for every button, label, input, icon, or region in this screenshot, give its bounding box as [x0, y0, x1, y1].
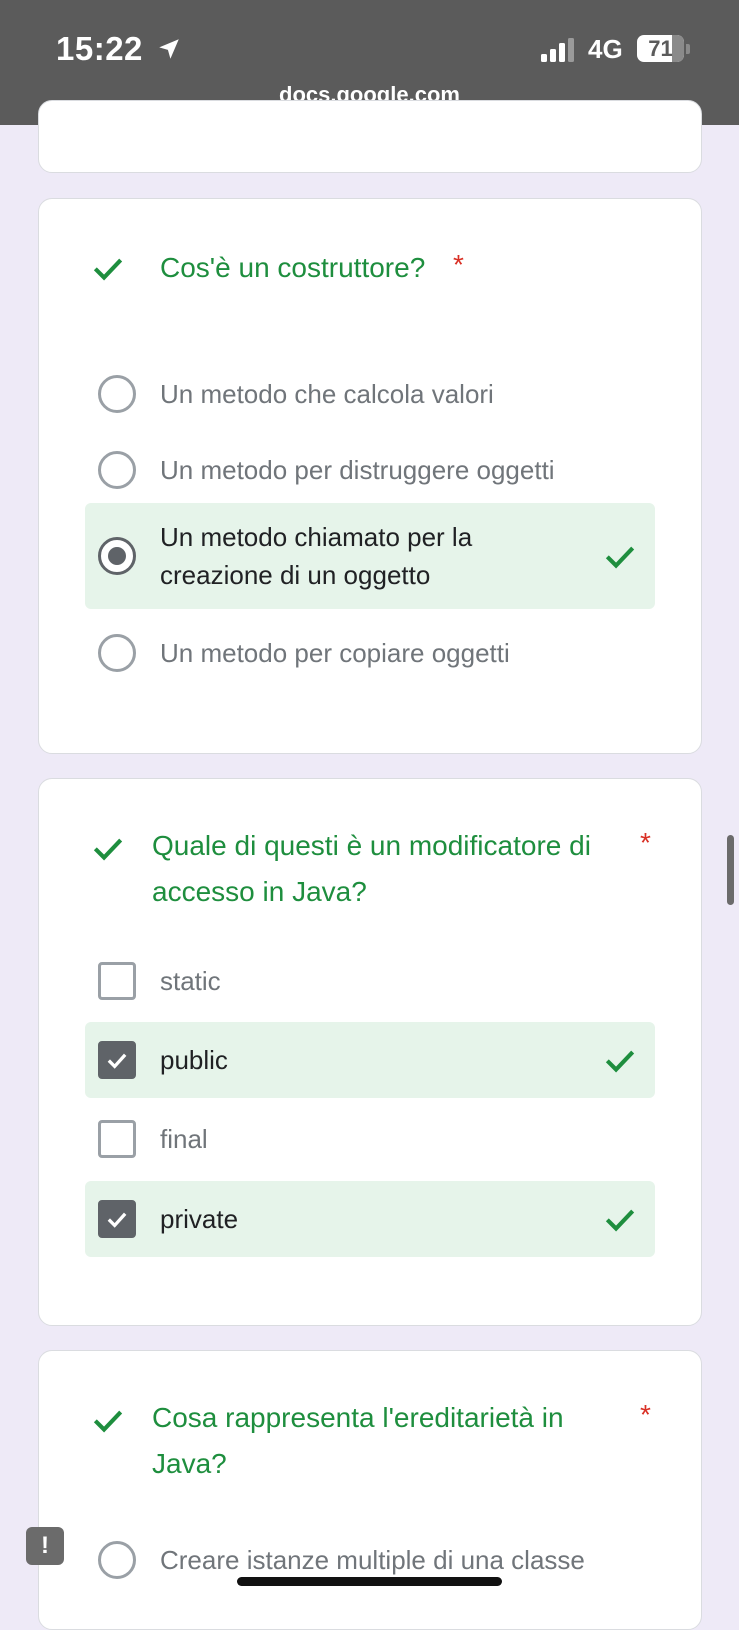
option-label: Un metodo che calcola valori [160, 379, 494, 409]
checkbox[interactable] [98, 962, 136, 1000]
network-type: 4G [588, 34, 623, 64]
correct-check-icon [605, 1050, 635, 1073]
checkbox-option[interactable]: static [85, 951, 655, 1011]
signal-bars-icon [541, 38, 574, 62]
required-asterisk: * [640, 1399, 651, 1430]
correct-check-icon [605, 546, 635, 569]
question-title: Cos'è un costruttore? [160, 252, 426, 283]
question-card: Quale di questi è un modificatore di acc… [38, 778, 702, 1326]
radio-button[interactable] [98, 634, 136, 672]
option-label: public [160, 1045, 228, 1075]
battery-cap [686, 44, 690, 54]
location-arrow-icon [159, 39, 179, 59]
checkbox-checked[interactable] [98, 1200, 136, 1238]
option-label: Creare istanze multiple di una classe [160, 1545, 585, 1575]
checkbox[interactable] [98, 1120, 136, 1158]
checkbox-option[interactable]: final [85, 1109, 655, 1169]
checkbox-option-correct[interactable]: public [85, 1022, 655, 1098]
question-title: Quale di questi è un modificatore di acc… [152, 830, 591, 907]
status-time: 15:22 [56, 30, 143, 67]
option-label: Un metodo chiamato per la creazione di u… [160, 522, 473, 590]
question-card: Cos'è un costruttore? * Un metodo che ca… [38, 198, 702, 754]
option-label: private [160, 1204, 239, 1234]
radio-option-correct[interactable]: Un metodo chiamato per la creazione di u… [85, 503, 655, 609]
question-title: Cosa rappresenta l'ereditarietà in Java? [152, 1402, 564, 1479]
option-label: Un metodo per distruggere oggetti [160, 455, 555, 485]
checkbox-checked[interactable] [98, 1041, 136, 1079]
radio-button[interactable] [98, 451, 136, 489]
option-label: Un metodo per copiare oggetti [160, 638, 510, 668]
radio-option[interactable]: Un metodo per copiare oggetti [85, 623, 655, 683]
checkmark-icon [107, 1212, 127, 1228]
battery-icon: 71 [637, 35, 684, 62]
battery-level: 71 [648, 36, 673, 61]
correct-check-icon [605, 1209, 635, 1232]
radio-button[interactable] [98, 375, 136, 413]
required-asterisk: * [453, 249, 464, 280]
correct-check-icon [93, 838, 123, 861]
radio-button[interactable] [98, 1541, 136, 1579]
radio-option[interactable]: Un metodo per distruggere oggetti [85, 440, 655, 500]
correct-check-icon [93, 258, 123, 281]
question-card: Cosa rappresenta l'ereditarietà in Java?… [38, 1350, 702, 1630]
required-asterisk: * [640, 827, 651, 858]
feedback-button[interactable]: ! [26, 1527, 64, 1565]
home-indicator[interactable] [237, 1577, 502, 1586]
option-label: static [160, 966, 221, 996]
checkbox-option-correct[interactable]: private [85, 1181, 655, 1257]
radio-option[interactable]: Un metodo che calcola valori [85, 364, 655, 424]
checkmark-icon [107, 1053, 127, 1069]
radio-button-selected[interactable] [98, 537, 136, 575]
previous-question-card [38, 100, 702, 173]
correct-check-icon [93, 1410, 123, 1433]
scrollbar[interactable] [727, 835, 734, 905]
option-label: final [160, 1124, 208, 1154]
